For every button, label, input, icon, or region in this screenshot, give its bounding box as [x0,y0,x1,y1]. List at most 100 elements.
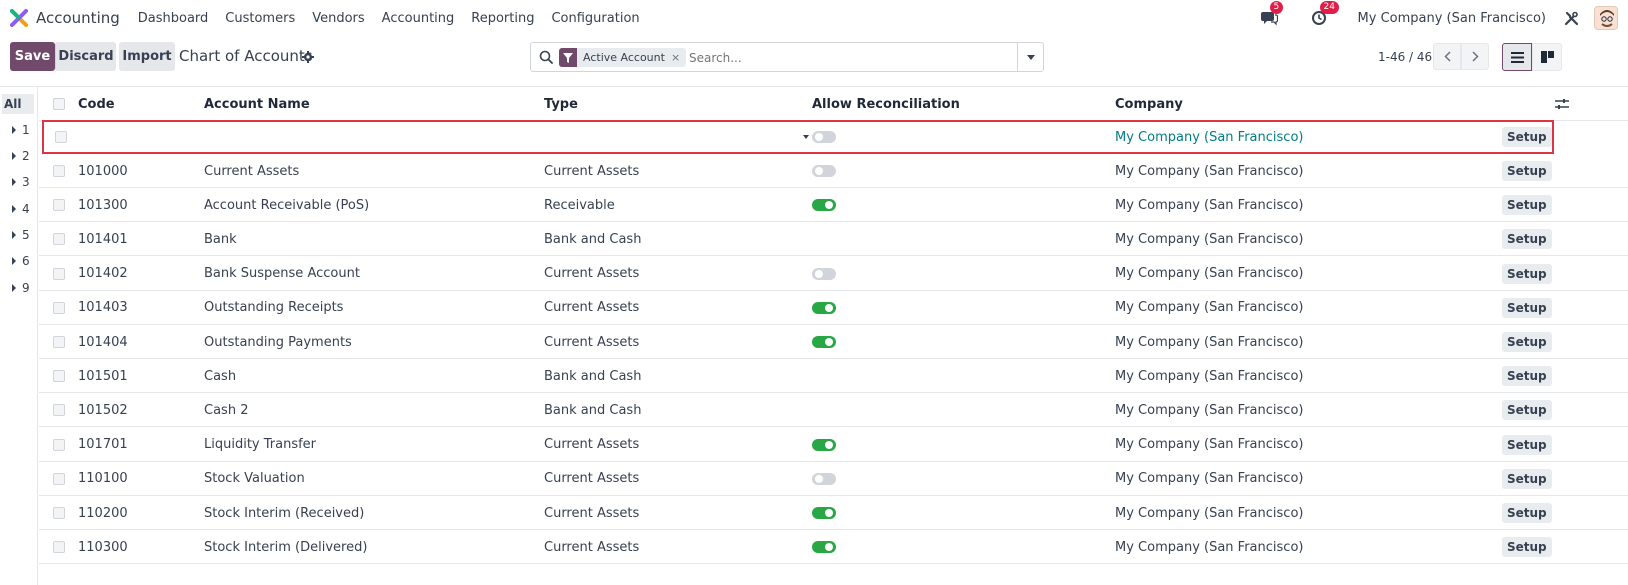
caret-right-icon [12,205,16,213]
group-item[interactable]: 9 [0,278,38,298]
setup-button[interactable]: Setup [1502,154,1552,188]
setup-button[interactable]: Setup [1502,359,1552,393]
account-company: My Company (San Francisco) [1115,402,1304,418]
search-bar[interactable]: Active Account × [530,42,1044,72]
import-button[interactable]: Import [119,42,175,71]
reconcile-toggle[interactable] [812,188,836,222]
account-type: Current Assets [544,163,640,179]
row-checkbox[interactable] [53,359,67,393]
table-row[interactable]: 110200 Stock Interim (Received) Current As… [39,496,1628,530]
save-button[interactable]: Save [10,42,55,71]
caret-down-icon [1026,54,1035,60]
group-all[interactable]: All [2,94,34,114]
setup-button[interactable]: Setup [1502,222,1552,256]
setup-button[interactable]: Setup [1502,462,1552,496]
kanban-view-button[interactable] [1532,43,1562,71]
setup-button[interactable]: Setup [1502,291,1552,325]
table-row[interactable]: 101502 Cash 2 Bank and Cash My Company (San… [39,393,1628,428]
table-row[interactable]: 101300 Account Receivable (PoS) Receivable… [39,188,1628,223]
new-record-row[interactable]: My Company (San Francisco) Setup [42,120,1554,154]
reconcile-toggle[interactable] [812,530,836,564]
user-avatar[interactable] [1594,6,1618,30]
pager-next-button[interactable] [1461,43,1489,70]
reconcile-toggle[interactable] [812,325,836,359]
company-switcher[interactable]: My Company (San Francisco) [1358,11,1546,26]
table-row[interactable]: 101000 Current Assets Current Assets My Com… [39,154,1628,188]
row-checkbox[interactable] [53,462,67,496]
pager-value[interactable]: 1-46 / 46 [1378,50,1432,64]
optional-columns-toggle[interactable] [1555,87,1569,121]
table-row[interactable]: 101401 Bank Bank and Cash My Company (San F… [39,222,1628,257]
debug-tools-button[interactable] [1560,7,1582,29]
reconcile-toggle[interactable] [812,496,836,530]
account-company: My Company (San Francisco) [1115,471,1304,487]
messages-button[interactable]: 5 [1258,1,1284,29]
setup-button[interactable]: Setup [1502,188,1552,222]
setup-button[interactable]: Setup [1502,496,1552,530]
header-allow-reconciliation[interactable]: Allow Reconciliation [812,87,960,121]
row-checkbox[interactable] [55,122,69,152]
setup-button[interactable]: Setup [1502,257,1552,291]
discard-button[interactable]: Discard [55,42,116,71]
reconcile-toggle[interactable] [812,122,836,152]
header-company[interactable]: Company [1115,87,1183,121]
group-item[interactable]: 6 [0,251,38,271]
menu-accounting[interactable]: Accounting [382,11,455,26]
row-checkbox[interactable] [53,325,67,359]
activities-button[interactable]: 24 [1308,1,1339,29]
account-code: 101000 [78,163,128,179]
table-row[interactable]: 101403 Outstanding Receipts Current Assets… [39,291,1628,325]
header-type[interactable]: Type [544,87,578,121]
accounting-app-icon[interactable] [10,9,28,27]
menu-reporting[interactable]: Reporting [471,11,534,26]
row-checkbox[interactable] [53,154,67,188]
setup-button[interactable]: Setup [1502,122,1552,152]
gear-icon[interactable] [302,51,314,63]
reconcile-toggle[interactable] [812,257,836,291]
row-checkbox[interactable] [53,291,67,325]
reconcile-toggle[interactable] [812,428,836,462]
company-field[interactable]: My Company (San Francisco) [1115,122,1303,152]
reconcile-toggle[interactable] [812,462,836,496]
menu-configuration[interactable]: Configuration [551,11,639,26]
table-row[interactable]: 101402 Bank Suspense Account Current Asset… [39,257,1628,291]
header-account-name[interactable]: Account Name [204,87,310,121]
facet-remove-icon[interactable]: × [671,51,686,64]
setup-button[interactable]: Setup [1502,325,1552,359]
row-checkbox[interactable] [53,530,67,564]
menu-dashboard[interactable]: Dashboard [138,11,209,26]
type-select-caret-icon[interactable] [803,135,809,139]
group-item[interactable]: 3 [0,172,38,192]
menu-customers[interactable]: Customers [225,11,295,26]
table-row[interactable]: 101404 Outstanding Payments Current Assets… [39,325,1628,359]
row-checkbox[interactable] [53,428,67,462]
header-code[interactable]: Code [78,87,115,121]
row-checkbox[interactable] [53,496,67,530]
account-name: Stock Interim (Received) [204,505,365,521]
group-item[interactable]: 2 [0,146,38,166]
setup-button[interactable]: Setup [1502,530,1552,564]
list-view-button[interactable] [1502,43,1532,71]
row-checkbox[interactable] [53,257,67,291]
table-row[interactable]: 101501 Cash Bank and Cash My Company (San F… [39,359,1628,394]
setup-button[interactable]: Setup [1502,393,1552,427]
table-row[interactable]: 110100 Stock Valuation Current Assets My Co… [39,462,1628,496]
pager-previous-button[interactable] [1433,43,1461,70]
row-checkbox[interactable] [53,393,67,427]
menu-vendors[interactable]: Vendors [312,11,364,26]
reconcile-toggle[interactable] [812,291,836,325]
row-checkbox[interactable] [53,188,67,222]
table-row[interactable]: 101701 Liquidity Transfer Current Assets My… [39,428,1628,462]
group-item[interactable]: 1 [0,120,38,140]
group-item[interactable]: 4 [0,199,38,219]
group-item[interactable]: 5 [0,225,38,245]
search-facet[interactable]: Active Account × [559,48,687,67]
row-checkbox[interactable] [53,222,67,256]
search-input[interactable] [689,48,1009,68]
select-all-checkbox[interactable] [53,87,67,121]
table-row[interactable]: 110300 Stock Interim (Delivered) Current A… [39,530,1628,565]
search-options-toggle[interactable] [1017,43,1043,71]
app-title[interactable]: Accounting [36,9,120,27]
setup-button[interactable]: Setup [1502,428,1552,462]
reconcile-toggle[interactable] [812,154,836,188]
